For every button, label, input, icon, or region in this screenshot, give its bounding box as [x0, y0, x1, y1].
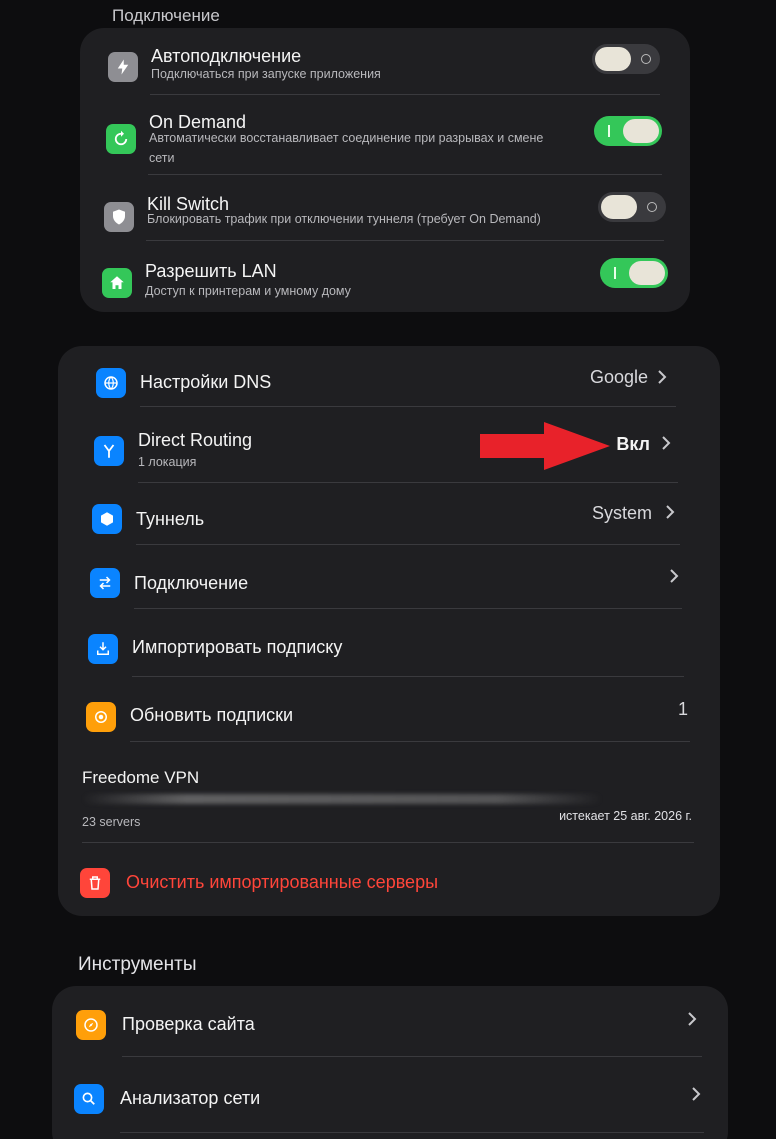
- subscription-url-blurred: [82, 794, 602, 804]
- allow-lan-toggle[interactable]: [600, 258, 668, 288]
- clear-imported-servers-button[interactable]: Очистить импортированные серверы: [126, 872, 438, 893]
- refresh-icon: [106, 124, 136, 154]
- tools-section-title: Инструменты: [78, 954, 197, 975]
- chevron-right-icon: [658, 370, 667, 384]
- shield-icon: [104, 202, 134, 232]
- tunnel-value: System: [591, 503, 652, 523]
- download-icon: [88, 634, 118, 664]
- on-demand-sub-line2: сети: [149, 151, 175, 165]
- connection-card: Автоподключение Подключаться при запуске…: [80, 28, 690, 312]
- allow-lan-label: Разрешить LAN: [145, 261, 277, 281]
- tools-card: Проверка сайта Анализатор сети: [52, 986, 728, 1139]
- chevron-right-icon: [692, 1087, 701, 1101]
- settings-card: Настройки DNS Google Direct Routing 1 ло…: [58, 346, 720, 916]
- direct-routing-sub: 1 локация: [138, 455, 197, 469]
- update-icon: [86, 702, 116, 732]
- tunnel-label[interactable]: Туннель: [136, 509, 204, 530]
- update-subscriptions-count: 1: [677, 699, 688, 719]
- swap-icon: [90, 568, 120, 598]
- autoconnect-sub: Подключаться при запуске приложения: [151, 67, 381, 81]
- dns-settings-value: Google: [589, 367, 648, 387]
- subscription-expiry: истекает 25 авг. 2026 г.: [559, 809, 692, 823]
- on-demand-toggle[interactable]: [594, 116, 662, 146]
- compass-icon: [76, 1010, 106, 1040]
- allow-lan-sub: Доступ к принтерам и умному дому: [145, 284, 351, 298]
- chevron-right-icon: [666, 505, 675, 519]
- routing-icon: [94, 436, 124, 466]
- chevron-right-icon: [688, 1012, 697, 1026]
- dns-settings-label[interactable]: Настройки DNS: [140, 372, 271, 393]
- direct-routing-label[interactable]: Direct Routing: [138, 430, 252, 451]
- globe-icon: [96, 368, 126, 398]
- trash-icon: [80, 868, 110, 898]
- autoconnect-toggle[interactable]: [592, 44, 660, 74]
- update-subscriptions-label[interactable]: Обновить подписки: [130, 705, 293, 726]
- annotation-arrow: [480, 422, 610, 470]
- connection-label[interactable]: Подключение: [134, 573, 248, 594]
- chevron-right-icon: [662, 436, 671, 450]
- on-demand-sub-line1: Автоматически восстанавливает соединение…: [149, 131, 544, 145]
- hexagon-icon: [92, 504, 122, 534]
- bolt-icon: [108, 52, 138, 82]
- chevron-right-icon: [670, 569, 679, 583]
- import-subscription-label[interactable]: Импортировать подписку: [132, 637, 342, 658]
- home-icon: [102, 268, 132, 298]
- search-icon: [74, 1084, 104, 1114]
- network-analyzer-label[interactable]: Анализатор сети: [120, 1088, 260, 1109]
- direct-routing-value: Вкл: [616, 434, 650, 454]
- kill-switch-sub: Блокировать трафик при отключении туннел…: [147, 212, 541, 226]
- kill-switch-toggle[interactable]: [598, 192, 666, 222]
- connection-section-title: Подключение: [112, 6, 220, 25]
- subscription-servers: 23 servers: [82, 815, 141, 829]
- subscription-name: Freedome VPN: [82, 768, 200, 787]
- autoconnect-label: Автоподключение: [151, 46, 302, 66]
- site-check-label[interactable]: Проверка сайта: [122, 1014, 255, 1035]
